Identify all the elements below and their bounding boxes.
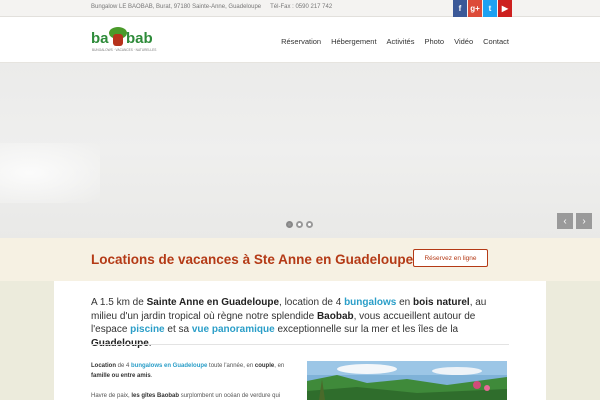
twitter-icon[interactable]: t: [483, 0, 497, 17]
slider-dot-2[interactable]: [296, 221, 303, 228]
site-header: ba bab BUNGALOWS · VACANCES · NATURELLES…: [0, 17, 600, 63]
main-content: A 1.5 km de Sainte Anne en Guadeloupe, l…: [54, 281, 546, 400]
col-text: Havre de paix,: [91, 393, 132, 399]
lead-text: .: [148, 337, 152, 349]
slide-image: [0, 143, 100, 203]
contact-info: Bungalow LE BAOBAB, Burat, 97180 Sainte-…: [91, 4, 332, 10]
lead-text: , location de 4: [279, 297, 345, 308]
lead-text: A 1.5 km de: [91, 297, 147, 308]
logo-text-right: bab: [126, 30, 153, 47]
nav-hebergement[interactable]: Hébergement: [331, 37, 376, 46]
col-text: toute l'année, en: [207, 363, 255, 369]
lead-link[interactable]: piscine: [130, 324, 164, 335]
logo-text-left: ba: [91, 30, 109, 47]
section-divider: [91, 344, 509, 345]
col-strong: famille ou entre amis: [91, 373, 151, 379]
youtube-icon[interactable]: ▶: [498, 0, 512, 17]
col-strong: couple: [254, 363, 275, 369]
col-text: , en: [274, 363, 285, 369]
garden-view-photo: [307, 361, 507, 400]
slider-pagination: [286, 221, 316, 228]
col-text: .: [150, 373, 153, 379]
col-text: de 4: [116, 363, 132, 369]
intro-paragraph: A 1.5 km de Sainte Anne en Guadeloupe, l…: [91, 296, 511, 350]
social-links: f g+ t ▶: [453, 0, 513, 17]
logo-tagline: BUNGALOWS · VACANCES · NATURELLES: [92, 48, 156, 52]
col-strong: Location: [91, 363, 116, 369]
baobab-tree-icon: [109, 27, 127, 46]
lead-strong: bois naturel: [413, 297, 470, 308]
cta-title: Locations de vacances à Ste Anne en Guad…: [91, 252, 422, 267]
book-online-button[interactable]: Réservez en ligne: [413, 249, 488, 267]
slider-next-button[interactable]: ›: [576, 213, 592, 229]
nav-activites[interactable]: Activités: [387, 37, 415, 46]
lead-link[interactable]: vue panoramique: [192, 324, 275, 335]
top-info-bar: Bungalow LE BAOBAB, Burat, 97180 Sainte-…: [0, 0, 600, 17]
facebook-icon[interactable]: f: [453, 0, 467, 17]
slider-prev-button[interactable]: ‹: [557, 213, 573, 229]
lead-strong: Sainte Anne en Guadeloupe: [146, 297, 280, 308]
description-paragraph-2: Havre de paix, les gîtes Baobab surplomb…: [91, 391, 291, 400]
baobab-logo[interactable]: ba bab BUNGALOWS · VACANCES · NATURELLES: [91, 25, 157, 53]
google-plus-icon[interactable]: g+: [468, 0, 482, 17]
slider-dot-1[interactable]: [286, 221, 293, 228]
hero-slider: ‹ ›: [0, 63, 600, 238]
lead-text: exceptionnelle sur la mer et les îles de…: [274, 324, 459, 335]
col-text: surplombent un océan de verdure qui: [179, 393, 281, 399]
address-text: Bungalow LE BAOBAB, Burat, 97180 Sainte-…: [91, 4, 262, 10]
slider-dot-3[interactable]: [306, 221, 313, 228]
description-paragraph-1: Location de 4 bungalows en Guadeloupe to…: [91, 361, 291, 381]
phone-text: Tél-Fax : 0590 217 742: [270, 4, 333, 10]
main-nav: Réservation Hébergement Activités Photo …: [271, 37, 509, 46]
cta-band: Locations de vacances à Ste Anne en Guad…: [0, 238, 600, 281]
lead-text: en: [396, 297, 413, 308]
col-link[interactable]: bungalows en Guadeloupe: [131, 363, 207, 369]
description-column: Location de 4 bungalows en Guadeloupe to…: [91, 361, 291, 400]
nav-contact[interactable]: Contact: [483, 37, 509, 46]
lead-link[interactable]: bungalows: [344, 297, 396, 308]
nav-reservation[interactable]: Réservation: [281, 37, 321, 46]
col-strong: les gîtes Baobab: [131, 393, 180, 399]
nav-photo[interactable]: Photo: [424, 37, 444, 46]
lead-text: et sa: [164, 324, 192, 335]
lead-strong: Baobab: [316, 310, 354, 322]
lead-strong: Guadeloupe: [91, 337, 149, 349]
nav-video[interactable]: Vidéo: [454, 37, 473, 46]
